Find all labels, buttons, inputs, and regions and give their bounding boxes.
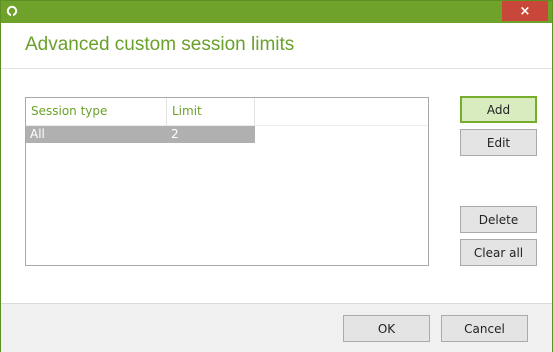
table-row[interactable]: All 2 xyxy=(26,126,255,143)
close-button[interactable]: × xyxy=(502,1,548,21)
dialog-footer: OK Cancel xyxy=(1,303,552,352)
dialog-header: Advanced custom session limits xyxy=(1,23,552,69)
add-button[interactable]: Add xyxy=(460,96,537,123)
clear-all-button[interactable]: Clear all xyxy=(460,239,537,266)
column-header-limit[interactable]: Limit xyxy=(167,98,255,125)
cell-session-type: All xyxy=(30,127,45,141)
title-bar[interactable]: × xyxy=(1,1,552,23)
column-header-session-type[interactable]: Session type xyxy=(26,98,167,125)
ok-button[interactable]: OK xyxy=(343,315,430,342)
dialog-window: × Advanced custom session limits Session… xyxy=(0,0,553,352)
edit-button[interactable]: Edit xyxy=(460,129,537,156)
dialog-content: Session type Limit All 2 Add Edit Delete… xyxy=(1,69,552,303)
list-header: Session type Limit xyxy=(26,98,428,126)
session-limits-list[interactable]: Session type Limit All 2 xyxy=(25,97,429,266)
cell-limit: 2 xyxy=(171,127,179,141)
app-logo-icon xyxy=(6,5,18,17)
close-icon: × xyxy=(519,3,531,19)
cancel-button[interactable]: Cancel xyxy=(441,315,528,342)
dialog-title: Advanced custom session limits xyxy=(25,34,295,55)
delete-button[interactable]: Delete xyxy=(460,206,537,233)
